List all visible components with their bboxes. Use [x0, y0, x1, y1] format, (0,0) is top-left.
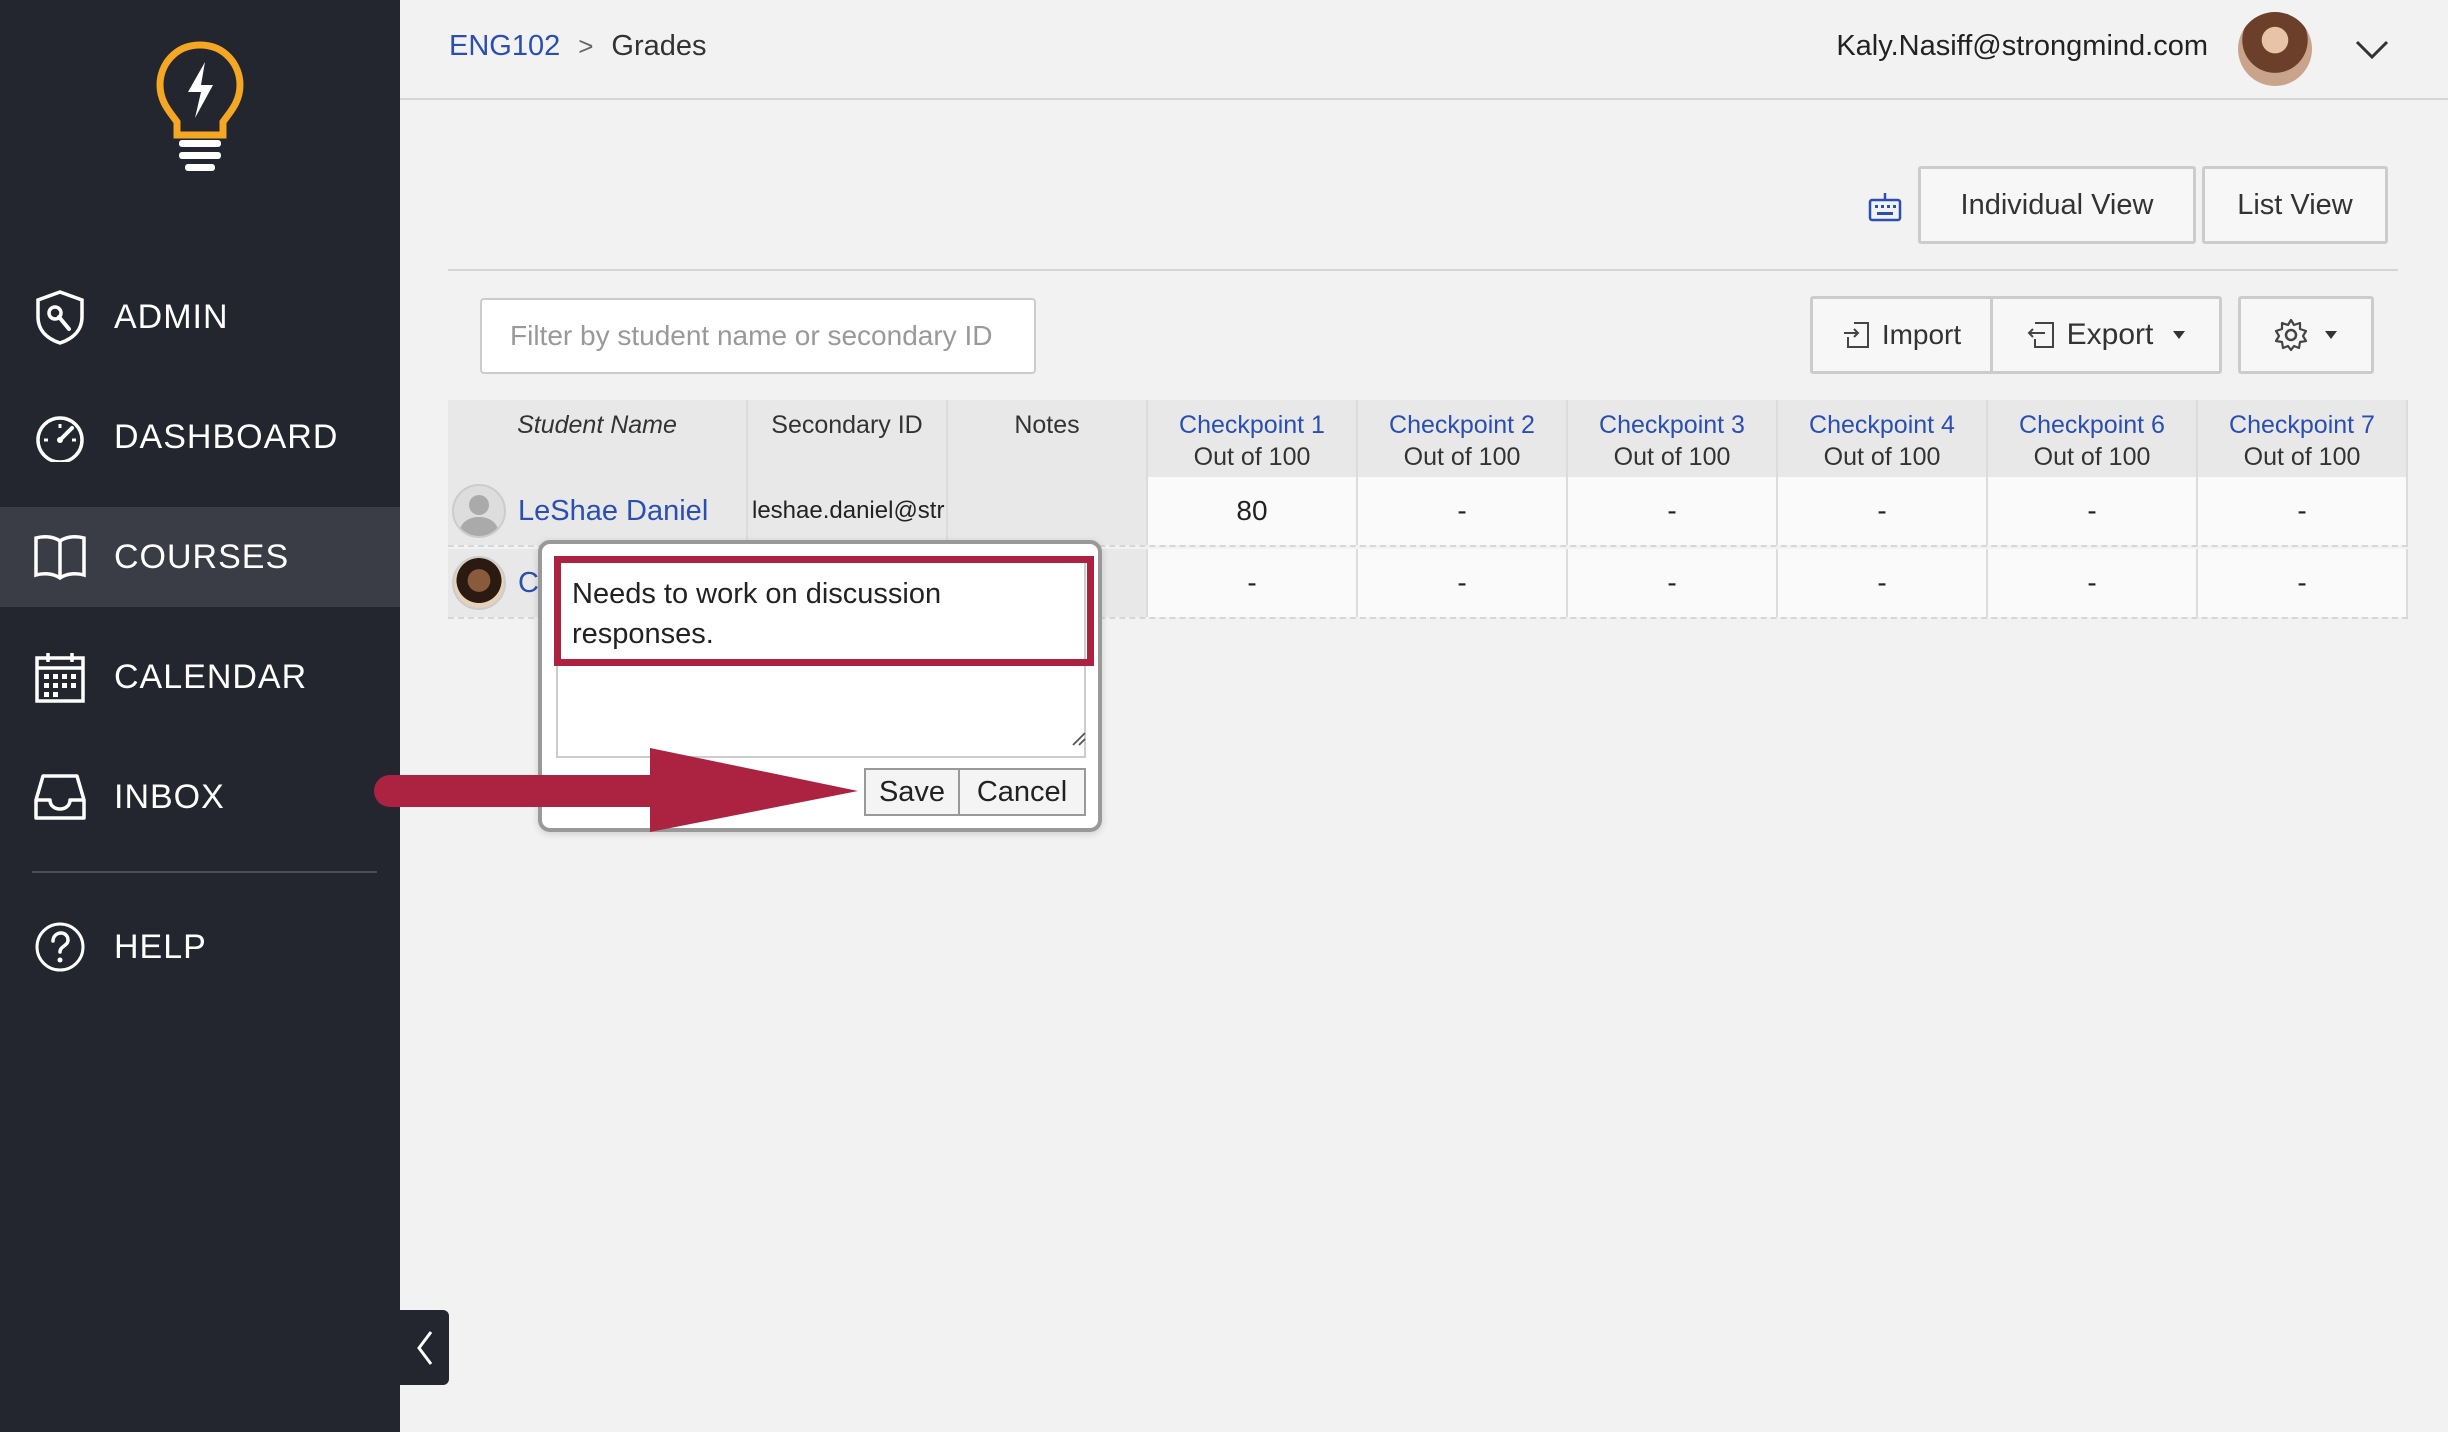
- column-header-checkpoint-1[interactable]: Checkpoint 1 Out of 100: [1148, 400, 1358, 477]
- help-circle-icon: [32, 919, 88, 975]
- annotation-arrow-icon: [374, 748, 858, 832]
- sidebar-item-label: CALENDAR: [114, 657, 308, 696]
- sidebar-item-label: HELP: [114, 927, 207, 966]
- column-header-label: Student Name: [517, 411, 677, 439]
- sidebar-item-courses[interactable]: COURSES: [0, 507, 400, 607]
- user-email: Kaly.Nasiff@strongmind.com: [1836, 30, 2208, 62]
- save-button[interactable]: Save: [864, 768, 960, 816]
- student-filter-input[interactable]: [480, 298, 1036, 374]
- column-header-student[interactable]: Student Name: [448, 400, 748, 477]
- notes-cell[interactable]: [948, 477, 1148, 545]
- caret-down-icon: [2325, 331, 2337, 339]
- column-header-checkpoint-6[interactable]: Checkpoint 6 Out of 100: [1988, 400, 2198, 477]
- student-name-link[interactable]: C: [518, 567, 539, 600]
- checkpoint-points: Out of 100: [1613, 443, 1731, 471]
- notes-text: Needs to work on discussion responses.: [572, 578, 942, 650]
- sidebar-item-admin[interactable]: ADMIN: [0, 267, 400, 367]
- student-avatar: [452, 556, 506, 610]
- column-header-secondary-id[interactable]: Secondary ID: [748, 400, 948, 477]
- grade-cell[interactable]: -: [1148, 549, 1358, 617]
- grade-cell[interactable]: -: [2198, 549, 2408, 617]
- checkpoint-title[interactable]: Checkpoint 4: [1809, 409, 1955, 441]
- list-view-button[interactable]: List View: [2202, 166, 2388, 244]
- grade-cell[interactable]: -: [1778, 549, 1988, 617]
- checkpoint-title[interactable]: Checkpoint 6: [2019, 409, 2165, 441]
- user-avatar[interactable]: [2238, 12, 2312, 86]
- grade-cell[interactable]: -: [1358, 477, 1568, 545]
- breadcrumb: ENG102 > Grades: [449, 30, 707, 63]
- collapse-sidebar-button[interactable]: [400, 1310, 449, 1385]
- table-header-row: Student Name Secondary ID Notes Checkpoi…: [448, 400, 2408, 477]
- shield-wrench-icon: [32, 289, 88, 345]
- checkpoint-title[interactable]: Checkpoint 2: [1389, 409, 1535, 441]
- checkpoint-points: Out of 100: [1823, 443, 1941, 471]
- grade-cell[interactable]: 80: [1148, 477, 1358, 545]
- grade-cell[interactable]: -: [1358, 549, 1568, 617]
- import-icon: [1843, 322, 1869, 348]
- import-button[interactable]: Import: [1813, 299, 1993, 371]
- top-header: ENG102 > Grades Kaly.Nasiff@strongmind.c…: [400, 0, 2448, 100]
- calendar-icon: [32, 649, 88, 705]
- grade-cell[interactable]: -: [1778, 477, 1988, 545]
- chevron-down-icon[interactable]: [2354, 32, 2390, 68]
- checkpoint-points: Out of 100: [2033, 443, 2151, 471]
- column-header-checkpoint-4[interactable]: Checkpoint 4 Out of 100: [1778, 400, 1988, 477]
- chevron-left-icon: [416, 1330, 432, 1365]
- sidebar-item-inbox[interactable]: INBOX: [0, 747, 400, 847]
- checkpoint-title[interactable]: Checkpoint 3: [1599, 409, 1745, 441]
- import-label: Import: [1881, 319, 1962, 350]
- grade-cell[interactable]: -: [1988, 477, 2198, 545]
- sidebar-item-label: INBOX: [114, 777, 225, 816]
- import-export-group: Import Export: [1810, 296, 2222, 374]
- divider: [448, 269, 2398, 271]
- resize-grip-icon[interactable]: [1069, 729, 1087, 747]
- default-avatar-icon: [452, 484, 506, 538]
- sidebar-item-label: ADMIN: [114, 297, 229, 336]
- speedometer-icon: [32, 409, 88, 465]
- keyboard-icon[interactable]: [1867, 190, 1903, 226]
- checkpoint-points: Out of 100: [1403, 443, 1521, 471]
- sidebar-item-calendar[interactable]: CALENDAR: [0, 627, 400, 727]
- caret-down-icon: [2173, 331, 2186, 339]
- book-icon: [32, 529, 88, 585]
- sidebar-divider: [32, 871, 377, 873]
- grade-cell[interactable]: -: [1988, 549, 2198, 617]
- sidebar-item-dashboard[interactable]: DASHBOARD: [0, 387, 400, 487]
- checkpoint-points: Out of 100: [1193, 443, 1311, 471]
- sidebar-item-label: DASHBOARD: [114, 417, 339, 456]
- export-icon: [2027, 322, 2054, 348]
- sidebar-item-help[interactable]: HELP: [0, 897, 400, 997]
- column-header-checkpoint-2[interactable]: Checkpoint 2 Out of 100: [1358, 400, 1568, 477]
- checkpoint-title[interactable]: Checkpoint 7: [2229, 409, 2375, 441]
- checkpoint-points: Out of 100: [2243, 443, 2361, 471]
- lightbulb-logo-icon: [156, 41, 244, 171]
- secondary-id-cell: leshae.daniel@str: [748, 477, 948, 545]
- sidebar: ADMIN DASHBOARD COURSES CALENDAR INBOX H…: [0, 0, 400, 1432]
- sidebar-item-label: COURSES: [114, 537, 290, 576]
- grade-cell[interactable]: -: [2198, 477, 2408, 545]
- checkpoint-title[interactable]: Checkpoint 1: [1179, 409, 1325, 441]
- column-header-notes: Notes: [948, 400, 1148, 477]
- export-button[interactable]: Export: [1993, 299, 2219, 371]
- breadcrumb-course-link[interactable]: ENG102: [449, 30, 560, 63]
- table-row: LeShae Daniel leshae.daniel@str 80 - - -…: [448, 477, 2408, 547]
- settings-menu-button[interactable]: [2238, 296, 2374, 374]
- grade-cell[interactable]: -: [1568, 549, 1778, 617]
- column-header-label: Secondary ID: [771, 411, 923, 439]
- cancel-button[interactable]: Cancel: [960, 768, 1086, 816]
- inbox-icon: [32, 769, 88, 825]
- gear-icon: [2274, 318, 2308, 352]
- column-header-checkpoint-7[interactable]: Checkpoint 7 Out of 100: [2198, 400, 2408, 477]
- export-label: Export: [2066, 318, 2154, 351]
- breadcrumb-separator: >: [578, 31, 594, 61]
- individual-view-button[interactable]: Individual View: [1918, 166, 2196, 244]
- column-header-checkpoint-3[interactable]: Checkpoint 3 Out of 100: [1568, 400, 1778, 477]
- grade-cell[interactable]: -: [1568, 477, 1778, 545]
- student-cell: LeShae Daniel: [448, 477, 748, 545]
- column-header-label: Notes: [1014, 411, 1080, 439]
- student-name-link[interactable]: LeShae Daniel: [518, 495, 708, 528]
- breadcrumb-current: Grades: [611, 30, 707, 62]
